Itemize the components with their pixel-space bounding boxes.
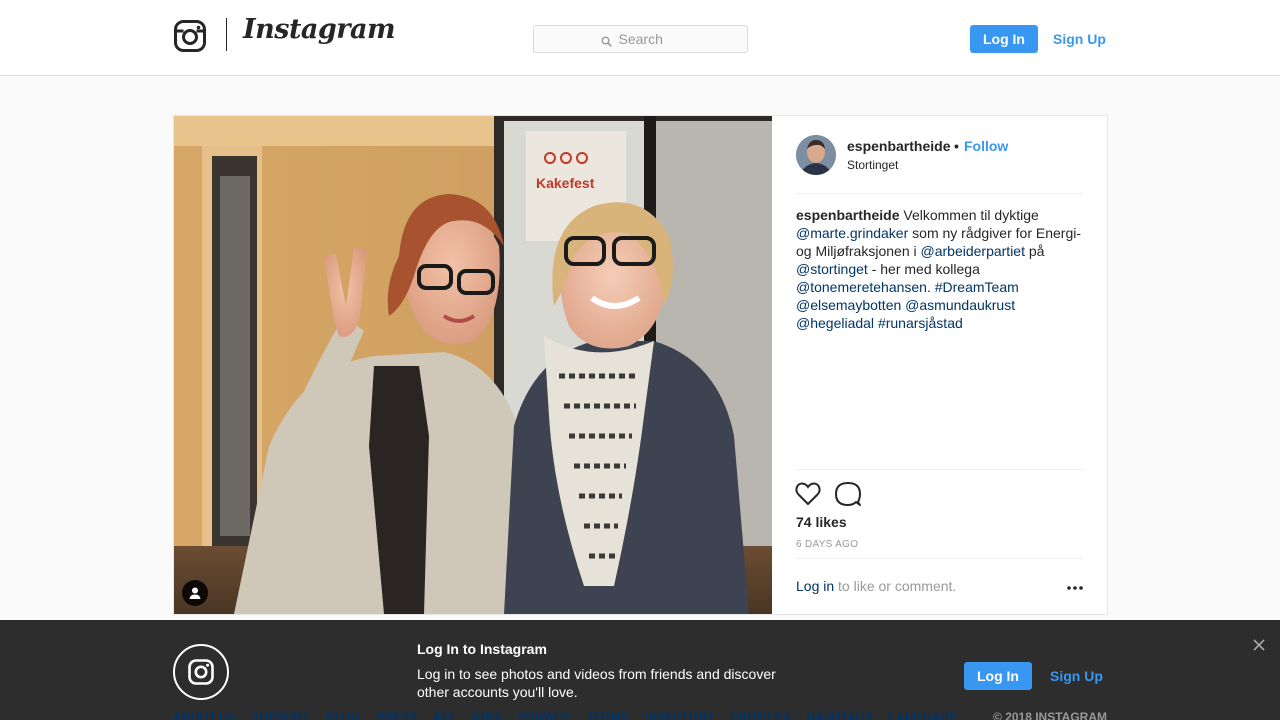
- instagram-glyph-icon[interactable]: [174, 20, 206, 52]
- divider: [796, 558, 1083, 559]
- banner-login-button[interactable]: Log In: [964, 662, 1032, 690]
- heart-icon[interactable]: [794, 480, 822, 508]
- instagram-wordmark[interactable]: Instagram: [243, 14, 396, 45]
- banner-text: Log in to see photos and videos from fri…: [417, 666, 776, 700]
- post-photo[interactable]: Kakefest: [174, 116, 772, 614]
- footer-link-press[interactable]: PRESS: [376, 710, 417, 720]
- caption-link[interactable]: #runarsjåstad: [878, 315, 963, 331]
- caption-link[interactable]: @arbeiderpartiet: [921, 243, 1026, 259]
- caption-link[interactable]: #DreamTeam: [935, 279, 1019, 295]
- footer-link-jobs[interactable]: JOBS: [469, 710, 502, 720]
- search-input[interactable]: [616, 30, 681, 48]
- footer-link-blog[interactable]: BLOG: [326, 710, 361, 720]
- close-icon[interactable]: [1252, 638, 1266, 652]
- comment-icon[interactable]: [834, 480, 862, 508]
- caption-link[interactable]: @tonemeretehansen: [796, 279, 927, 295]
- likes-count[interactable]: 74 likes: [796, 514, 847, 530]
- caption-link[interactable]: @asmundaukrust: [905, 297, 1015, 313]
- caption-text: Velkommen til dyktige: [899, 207, 1039, 223]
- more-options-icon[interactable]: [1066, 579, 1084, 597]
- caption-author[interactable]: espenbartheide: [796, 207, 899, 223]
- footer-link-api[interactable]: API: [433, 710, 453, 720]
- caption-link[interactable]: @hegeliadal: [796, 315, 874, 331]
- banner-signup-link[interactable]: Sign Up: [1050, 662, 1103, 690]
- search-icon: [601, 34, 612, 47]
- footer-link-hashtags[interactable]: HASHTAGS: [806, 710, 872, 720]
- footer-link-profiles[interactable]: PROFILES: [730, 710, 790, 720]
- user-tag-icon[interactable]: [182, 580, 208, 606]
- avatar[interactable]: [796, 135, 836, 175]
- caption-body: Velkommen til dyktige @marte.grindaker s…: [796, 207, 1081, 331]
- footer-links: ABOUT US SUPPORT BLOG PRESS API JOBS PRI…: [173, 710, 957, 720]
- login-banner: Log In to Instagram Log in to see photos…: [0, 620, 1280, 720]
- caption-text: - her med kollega: [867, 261, 980, 277]
- footer-link-terms[interactable]: TERMS: [586, 710, 628, 720]
- signup-link[interactable]: Sign Up: [1053, 25, 1106, 53]
- login-link[interactable]: Log in: [796, 578, 834, 594]
- login-suffix: to like or comment.: [834, 578, 957, 594]
- footer-link-privacy[interactable]: PRIVACY: [518, 710, 570, 720]
- instagram-glyph-icon: [173, 644, 229, 700]
- caption-text: .: [926, 279, 935, 295]
- divider: [796, 469, 1083, 470]
- caption-link[interactable]: @stortinget: [796, 261, 868, 277]
- footer-link-about[interactable]: ABOUT US: [173, 710, 236, 720]
- post-location[interactable]: Stortinget: [847, 158, 898, 172]
- login-button[interactable]: Log In: [970, 25, 1038, 53]
- post-username[interactable]: espenbartheide: [847, 138, 950, 154]
- post-caption: espenbartheide Velkommen til dyktige @ma…: [796, 206, 1086, 332]
- footer-link-language[interactable]: LANGUAGE: [889, 710, 958, 720]
- separator-dot: •: [954, 138, 959, 154]
- logo-divider: [226, 18, 227, 51]
- follow-button[interactable]: Follow: [964, 138, 1008, 154]
- copyright: © 2018 INSTAGRAM: [993, 710, 1107, 720]
- divider: [796, 193, 1083, 194]
- footer-link-directory[interactable]: DIRECTORY: [644, 710, 714, 720]
- caption-link[interactable]: @elsemaybotten: [796, 297, 901, 313]
- caption-link[interactable]: @marte.grindaker: [796, 225, 908, 241]
- post-sidebar: espenbartheide • Follow Stortinget espen…: [772, 116, 1107, 614]
- post-card: Kakefest espenbartheide • Follow Stortin…: [173, 115, 1108, 615]
- post-timestamp[interactable]: 6 DAYS AGO: [796, 539, 858, 550]
- poster-text: Kakefest: [536, 175, 595, 191]
- caption-text: på: [1025, 243, 1045, 259]
- top-navigation-bar: Instagram Log In Sign Up: [0, 0, 1280, 76]
- footer-link-support[interactable]: SUPPORT: [252, 710, 310, 720]
- login-to-comment: Log in to like or comment.: [796, 578, 956, 594]
- banner-title: Log In to Instagram: [417, 641, 547, 657]
- search-box[interactable]: [533, 25, 748, 53]
